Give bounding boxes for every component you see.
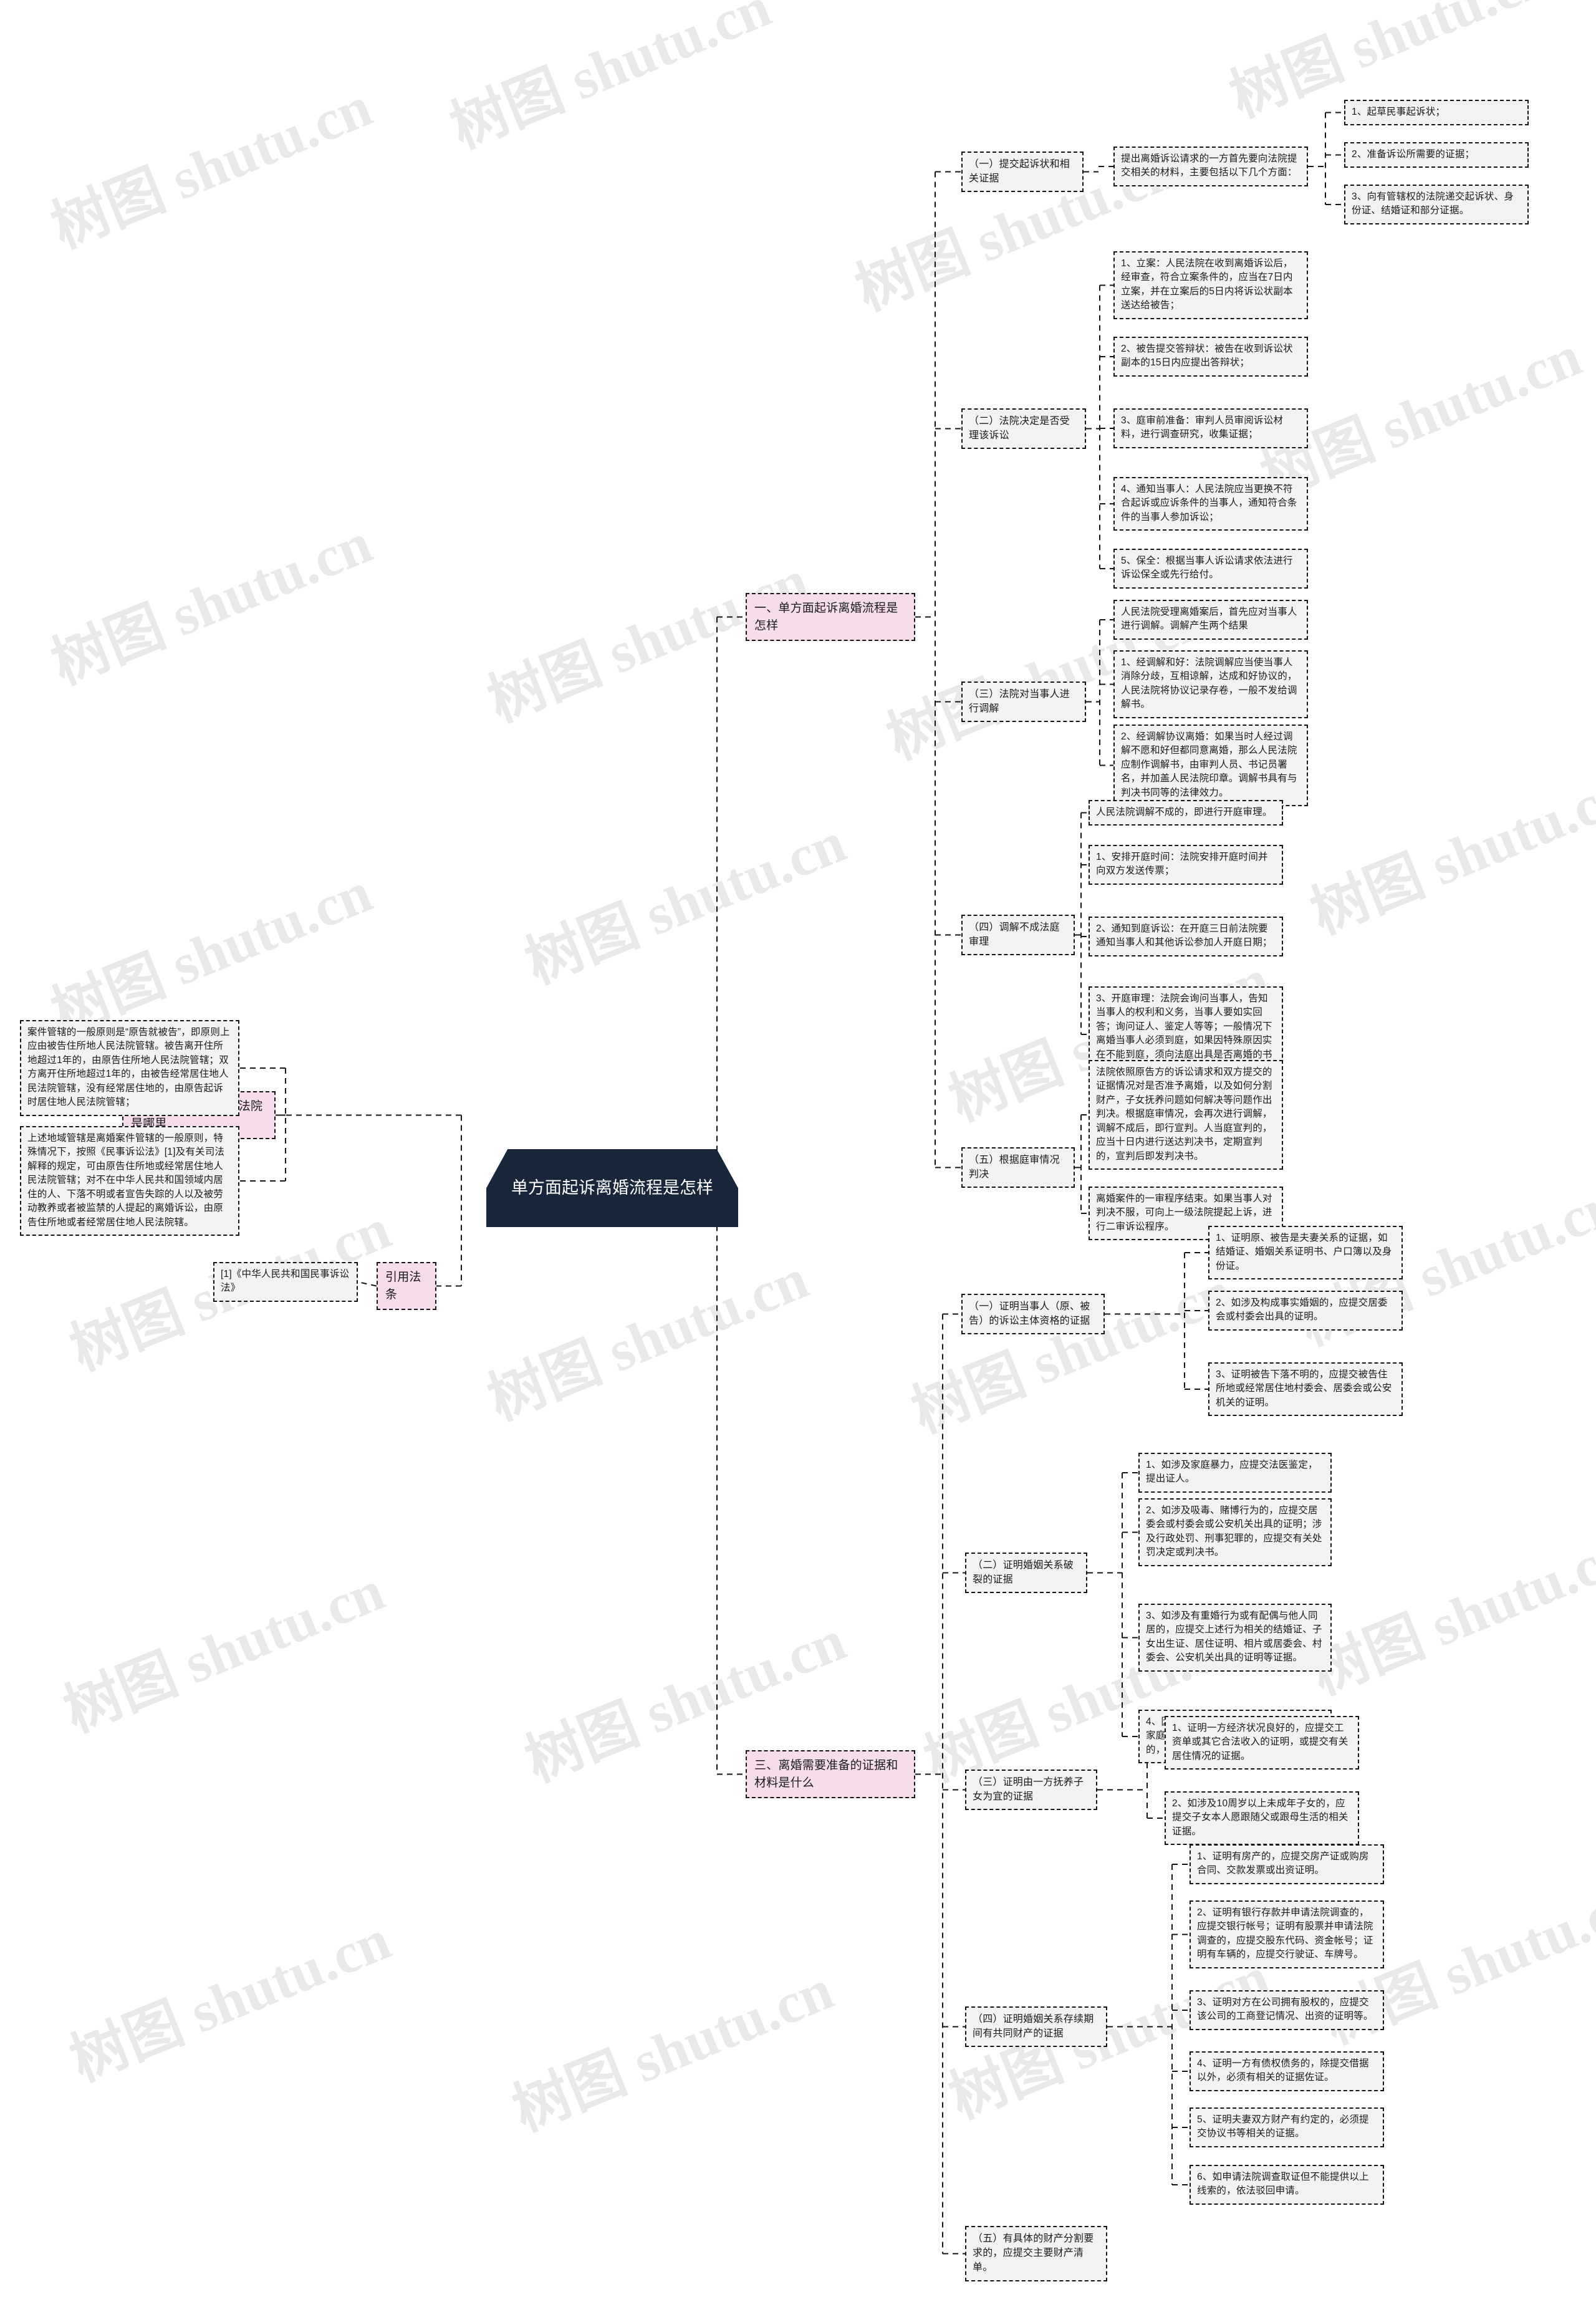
group-node[interactable]: （一）提交起诉状和相关证据 [961, 152, 1084, 193]
leaf-node[interactable]: 3、证明对方在公司拥有股权的，应提交该公司的工商登记情况、出资的证明等。 [1190, 1990, 1384, 2030]
group-node[interactable]: （三）证明由一方抚养子女为宜的证据 [965, 1770, 1097, 1811]
leaf-node[interactable]: 上述地域管辖是离婚案件管辖的一般原则，特殊情况下，按照《民事诉讼法》[1]及有关… [20, 1126, 239, 1236]
group-node[interactable]: （一）证明当事人（原、被告）的诉讼主体资格的证据 [961, 1294, 1105, 1335]
branch-node-1[interactable]: 一、单方面起诉离婚流程是怎样 [746, 593, 915, 642]
leaf-node[interactable]: 2、如涉及构成事实婚姻的，应提交居委会或村委会出具的证明。 [1208, 1291, 1403, 1331]
root-title: 单方面起诉离婚流程是怎样 [511, 1178, 713, 1197]
leaf-node[interactable]: 2、证明有银行存款并申请法院调查的，应提交银行帐号；证明有股票并申请法院调查的，… [1190, 1900, 1384, 1968]
leaf-node[interactable]: [1]《中华人民共和国民事诉讼法》 [213, 1262, 358, 1302]
leaf-node[interactable]: 2、如涉及吸毒、赌博行为的，应提交居委会或村委会或公安机关出具的证明；涉及行政处… [1138, 1498, 1332, 1566]
leaf-node[interactable]: 案件管辖的一般原则是“原告就被告”，即原则上应由被告住所地人民法院管辖。被告离开… [20, 1020, 239, 1116]
leaf-node[interactable]: 3、庭审前准备：审判人员审阅诉讼材料，进行调查研究，收集证据； [1113, 408, 1308, 448]
leaf-node[interactable]: 1、安排开庭时间：法院安排开庭时间并向双方发送传票； [1089, 845, 1283, 885]
group-node[interactable]: （四）调解不成法庭审理 [961, 915, 1075, 956]
leaf-node[interactable]: 1、证明一方经济状况良好的，应提交工资单或其它合法收入的证明，或提交有关居住情况… [1165, 1716, 1359, 1770]
group-node[interactable]: （二）法院决定是否受理该诉讼 [961, 408, 1086, 450]
leaf-node[interactable]: 法院依照原告方的诉讼请求和双方提交的证据情况对是否准予离婚，以及如何分割财产，子… [1089, 1060, 1283, 1170]
leaf-node[interactable]: 1、起草民事起诉状； [1344, 100, 1529, 126]
leaf-node[interactable]: 1、证明有房产的，应提交房产证或购房合同、交款发票或出资证明。 [1190, 1844, 1384, 1884]
leaf-node[interactable]: 1、证明原、被告是夫妻关系的证据，如结婚证、婚姻关系证明书、户口簿以及身份证。 [1208, 1226, 1403, 1280]
group-node[interactable]: （五）根据庭审情况判决 [961, 1147, 1075, 1188]
leaf-node[interactable]: 3、向有管辖权的法院递交起诉状、身份证、结婚证和部分证据。 [1344, 185, 1529, 224]
leaf-node[interactable]: 5、证明夫妻双方财产有约定的，必须提交协议书等相关的证据。 [1190, 2107, 1384, 2147]
leaf-node[interactable]: 2、如涉及10周岁以上未成年子女的，应提交子女本人愿跟随父或跟母生活的相关证据。 [1165, 1791, 1359, 1846]
leaf-node[interactable]: 2、被告提交答辩状：被告在收到诉讼状副本的15日内应提出答辩状； [1113, 337, 1308, 377]
leaf-node[interactable]: 1、如涉及家庭暴力，应提交法医鉴定，提出证人。 [1138, 1453, 1332, 1493]
leaf-node[interactable]: 2、经调解协议离婚：如果当时人经过调解不愿和好但都同意离婚，那么人民法院应制作调… [1113, 725, 1308, 807]
leaf-node[interactable]: 3、如涉及有重婚行为或有配偶与他人同居的，应提交上述行为相关的结婚证、子女出生证… [1138, 1604, 1332, 1672]
mindmap-canvas: 单方面起诉离婚流程是怎样 二、起诉离婚的管辖法院是哪里 案件管辖的一般原则是“原… [0, 0, 1596, 2302]
group-node[interactable]: （五）有具体的财产分割要求的，应提交主要财产清单。 [965, 2226, 1107, 2281]
leaf-node[interactable]: 4、证明一方有债权债务的，除提交借据以外，必须有相关的证据佐证。 [1190, 2051, 1384, 2091]
root-node[interactable]: 单方面起诉离婚流程是怎样 [486, 1149, 738, 1227]
leaf-node[interactable]: 6、如申请法院调查取证但不能提供以上线索的，依法驳回申请。 [1190, 2165, 1384, 2205]
leaf-node[interactable]: 人民法院调解不成的，即进行开庭审理。 [1089, 800, 1283, 826]
leaf-node[interactable]: 2、通知到庭诉讼：在开庭三日前法院要通知当事人和其他诉讼参加人开庭日期； [1089, 917, 1283, 956]
leaf-node[interactable]: 人民法院受理离婚案后，首先应对当事人进行调解。调解产生两个结果 [1113, 600, 1308, 640]
leaf-node[interactable]: 5、保全：根据当事人诉讼请求依法进行诉讼保全或先行给付。 [1113, 549, 1308, 589]
leaf-node[interactable]: 提出离婚诉讼请求的一方首先要向法院提交相关的材料，主要包括以下几个方面： [1113, 147, 1308, 186]
leaf-node[interactable]: 1、立案：人民法院在收到离婚诉讼后，经审查，符合立案条件的，应当在7日内立案，并… [1113, 251, 1308, 319]
branch-node-3[interactable]: 三、离婚需要准备的证据和材料是什么 [746, 1750, 915, 1799]
group-node[interactable]: （三）法院对当事人进行调解 [961, 681, 1086, 723]
branch-node-citation[interactable]: 引用法条 [377, 1262, 436, 1311]
group-node[interactable]: （二）证明婚姻关系破裂的证据 [965, 1553, 1087, 1594]
leaf-node[interactable]: 1、经调解和好：法院调解应当使当事人消除分歧，互相谅解，达成和好协议的，人民法院… [1113, 650, 1308, 718]
leaf-node[interactable]: 2、准备诉讼所需要的证据； [1344, 142, 1529, 168]
group-node[interactable]: （四）证明婚姻关系存续期间有共同财产的证据 [965, 2006, 1107, 2048]
leaf-node[interactable]: 3、证明被告下落不明的，应提交被告住所地或经常居住地村委会、居委会或公安机关的证… [1208, 1362, 1403, 1417]
leaf-node[interactable]: 4、通知当事人：人民法院应当更换不符合起诉或应诉条件的当事人，通知符合条件的当事… [1113, 477, 1308, 531]
